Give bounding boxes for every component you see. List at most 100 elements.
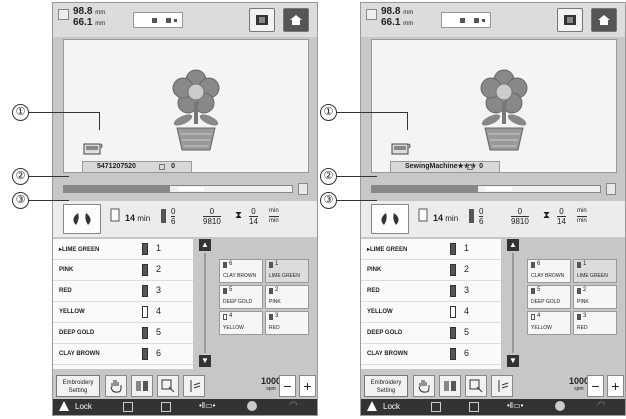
color-list-item[interactable]: YELLOW 4 [361, 302, 501, 323]
callout-2: ② [12, 168, 29, 185]
progress-end-button[interactable] [606, 183, 616, 195]
help-icon[interactable] [469, 402, 479, 412]
speed-minus-button[interactable]: − [279, 375, 296, 397]
needle-icon [498, 380, 509, 392]
color-list-item[interactable]: DEEP GOLD 5 [361, 323, 501, 344]
embroidery-setting-button[interactable]: Embroidery Setting [364, 375, 408, 397]
color-list-item[interactable]: YELLOW 4 [53, 302, 193, 323]
thread-name: CLAY BROWN [531, 273, 565, 279]
embroidery-preview[interactable]: 5471207520 0 [63, 39, 309, 173]
thread-number: 2 [275, 287, 279, 293]
leaf-icon [381, 213, 399, 225]
color-name: DEEP GOLD [59, 330, 95, 336]
color-list-scrollbar[interactable]: ▲ ▼ [507, 239, 519, 367]
progress-end-button[interactable] [298, 183, 308, 195]
color-list-item[interactable]: CLAY BROWN 6 [53, 344, 193, 365]
callout-line [29, 176, 69, 177]
embroidery-setting-button[interactable]: Embroidery Setting [56, 375, 100, 397]
home-button[interactable] [283, 8, 309, 32]
spool-icon [531, 314, 535, 320]
color-list-item[interactable]: DEEP GOLD 5 [53, 323, 193, 344]
scan-button[interactable] [249, 8, 275, 32]
thread-cell[interactable]: 1 LIME GREEN [265, 259, 309, 283]
zoom-button[interactable] [157, 375, 179, 397]
color-progress: 06 [171, 207, 176, 226]
document-icon[interactable] [123, 402, 133, 412]
spool-icon [269, 288, 273, 294]
speed-plus-button[interactable]: + [299, 375, 316, 397]
thread-cell[interactable]: 2 PINK [265, 285, 309, 309]
thread-cell[interactable]: 5 DEEP GOLD [219, 285, 263, 309]
scroll-up-button[interactable]: ▲ [199, 239, 211, 251]
color-list[interactable]: ▸LIME GREEN 1 PINK 2 RED 3 YELLOW 4 DEEP GOL… [53, 239, 193, 369]
home-button[interactable] [591, 8, 617, 32]
scroll-down-button[interactable]: ▼ [507, 355, 519, 367]
thread-cell[interactable]: 3 RED [265, 311, 309, 335]
spool-icon [450, 264, 456, 276]
machine-icon [391, 143, 411, 155]
machine-panel: 98.8 mm 66.1 mm [360, 2, 626, 416]
color-list-item[interactable]: RED 3 [53, 281, 193, 302]
thread-cell[interactable]: 3 RED [573, 311, 617, 335]
thread-cell[interactable]: 4 YELLOW [527, 311, 571, 335]
thread-cell[interactable]: 6 CLAY BROWN [219, 259, 263, 283]
thread-cell[interactable]: 6 CLAY BROWN [527, 259, 571, 283]
thread-cell[interactable]: 2 PINK [573, 285, 617, 309]
speed-plus-button[interactable]: + [607, 375, 624, 397]
callout-line [337, 176, 377, 177]
bottom-toolbar: Embroidery Setting 1000 spm − + [53, 375, 317, 399]
design-thumbnail-button[interactable] [63, 204, 101, 234]
scan-button[interactable] [557, 8, 583, 32]
document-icon[interactable] [431, 402, 441, 412]
lock-label[interactable]: Lock [383, 402, 400, 411]
color-sort-button[interactable] [439, 375, 461, 397]
color-list-item[interactable]: RED 3 [361, 281, 501, 302]
scroll-down-button[interactable]: ▼ [199, 355, 211, 367]
clock-icon [555, 401, 565, 411]
color-sort-button[interactable] [131, 375, 153, 397]
color-list-item[interactable]: CLAY BROWN 6 [361, 344, 501, 365]
callout-1: ① [320, 104, 337, 121]
spool-icon [223, 288, 227, 294]
size-icon [366, 9, 377, 20]
machine-name: SewingMachine★★★ [405, 163, 477, 170]
frame-position-button[interactable] [133, 12, 183, 28]
lock-label[interactable]: Lock [75, 402, 92, 411]
color-list-scrollbar[interactable]: ▲ ▼ [199, 239, 211, 367]
thread-cell[interactable]: 5 DEEP GOLD [527, 285, 571, 309]
design-thumbnail-button[interactable] [371, 204, 409, 234]
color-list-item[interactable]: PINK 2 [361, 260, 501, 281]
speed-minus-button[interactable]: − [587, 375, 604, 397]
hand-tool-button[interactable] [413, 375, 435, 397]
thread-number: 6 [229, 261, 233, 267]
needle-button[interactable] [491, 375, 513, 397]
frame-position-button[interactable] [441, 12, 491, 28]
color-list-item[interactable]: ▸LIME GREEN 1 [361, 239, 501, 260]
spool-icon [469, 209, 474, 223]
embroidery-size: 98.8 mm 66.1 mm [73, 6, 106, 28]
spool-icon [450, 306, 456, 318]
spool-icon [142, 306, 148, 318]
color-name: ▸LIME GREEN [367, 247, 408, 253]
thread-number: 4 [537, 313, 541, 319]
hand-tool-button[interactable] [105, 375, 127, 397]
color-list[interactable]: ▸LIME GREEN 1 PINK 2 RED 3 YELLOW 4 DEEP GOL… [361, 239, 501, 369]
hourglass-icon: ⧗ [543, 210, 551, 221]
zoom-button[interactable] [465, 375, 487, 397]
scroll-up-button[interactable]: ▲ [507, 239, 519, 251]
color-number: 2 [156, 264, 162, 274]
top-bar: 98.8 mm 66.1 mm [53, 3, 317, 37]
spool-icon [450, 285, 456, 297]
color-list-item[interactable]: ▸LIME GREEN 1 [53, 239, 193, 260]
thread-cell[interactable]: 1 LIME GREEN [573, 259, 617, 283]
color-name: YELLOW [59, 309, 85, 315]
help-icon[interactable] [161, 402, 171, 412]
color-list-item[interactable]: PINK 2 [53, 260, 193, 281]
thread-number: 5 [229, 287, 233, 293]
wifi-icon: ◠ [597, 400, 606, 411]
embroidery-preview[interactable]: SewingMachine★★★ 0 [371, 39, 617, 173]
needle-button[interactable] [183, 375, 205, 397]
thread-grid: 6 CLAY BROWN 1 LIME GREEN 5 DEEP GOLD 2 … [527, 259, 619, 359]
color-number: 4 [464, 306, 470, 316]
thread-cell[interactable]: 4 YELLOW [219, 311, 263, 335]
